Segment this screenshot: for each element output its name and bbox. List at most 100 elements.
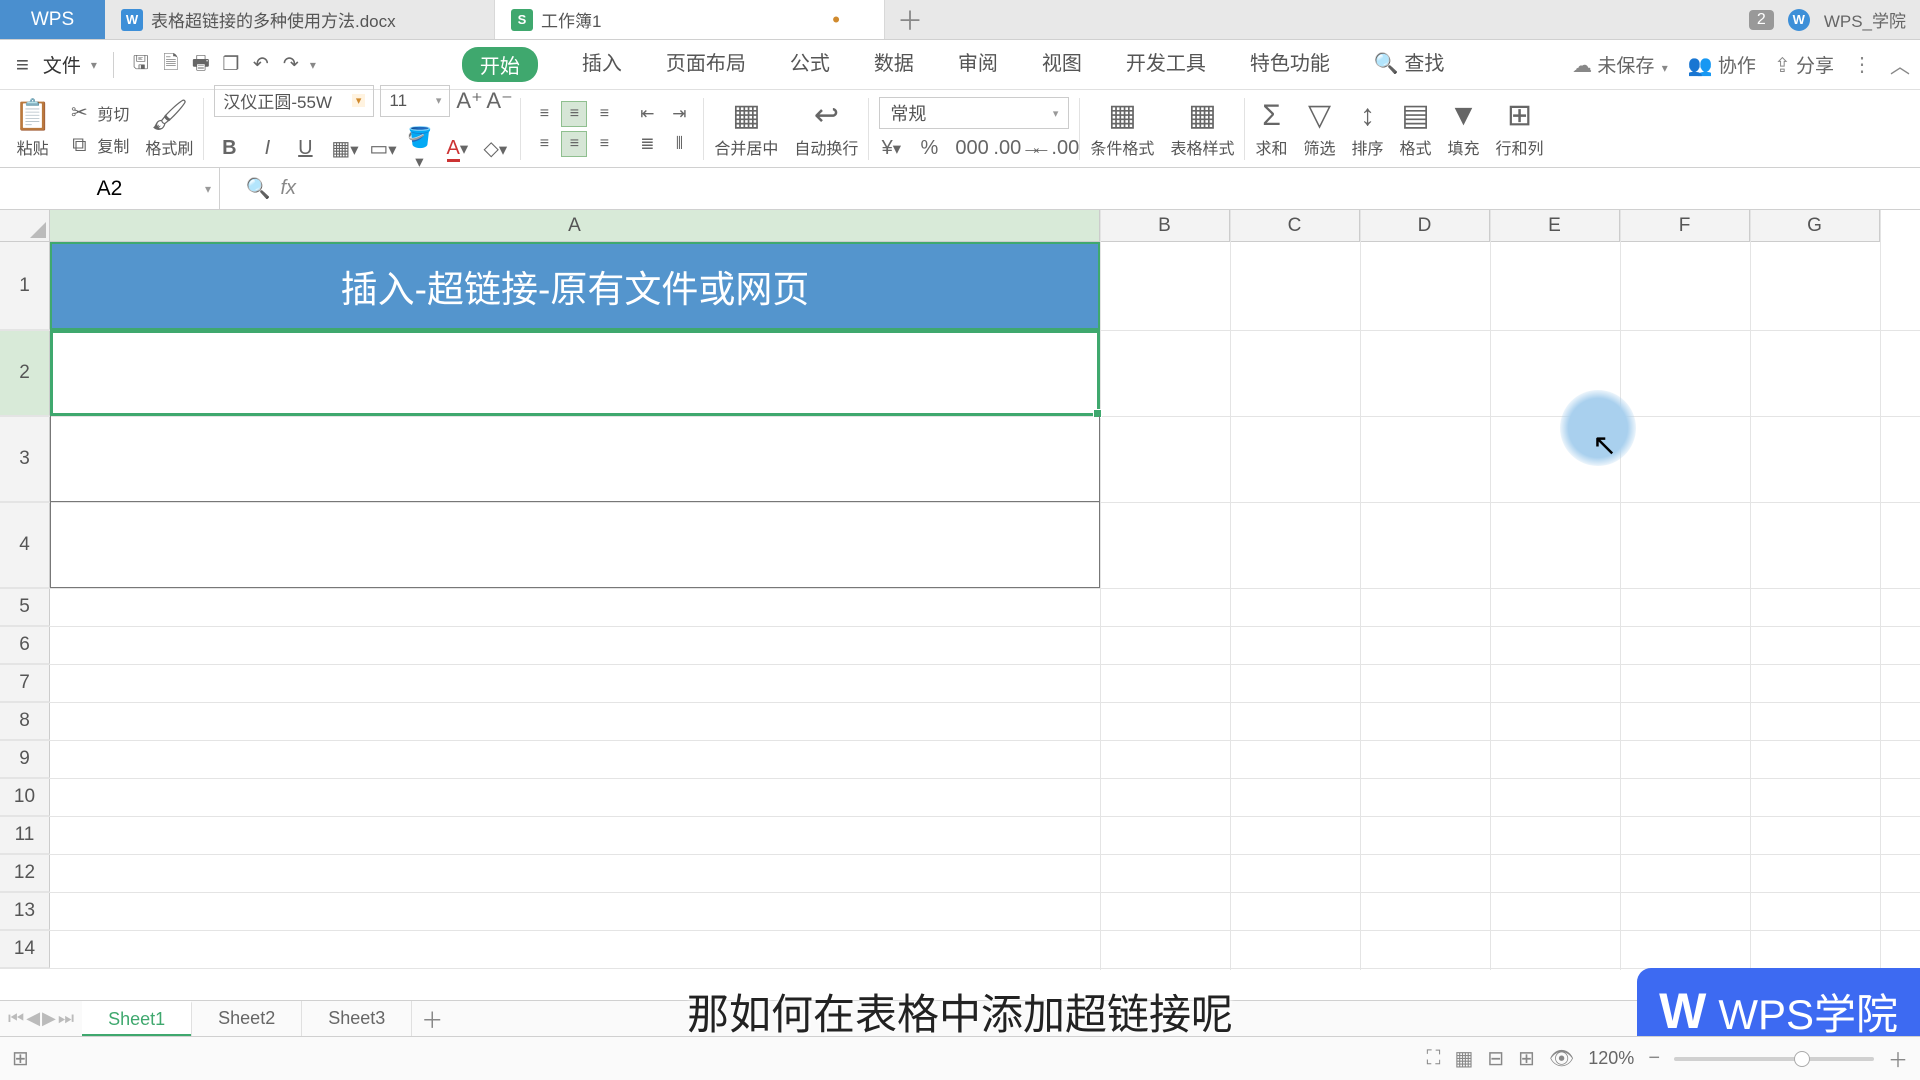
tab-dev-tools[interactable]: 开发工具 [1126, 47, 1206, 82]
tab-page-layout[interactable]: 页面布局 [666, 47, 746, 82]
cancel-fx-icon[interactable]: 🔍 [246, 176, 271, 201]
align-bottom-left-icon[interactable]: ≡ [531, 131, 557, 157]
zoom-value[interactable]: 120% [1588, 1048, 1634, 1069]
file-menu[interactable]: 文件 [39, 51, 85, 78]
increase-font-icon[interactable]: A⁺ [456, 88, 480, 114]
normal-view-icon[interactable]: ▦ [1454, 1046, 1473, 1071]
align-bottom-center-icon[interactable]: ≡ [561, 131, 587, 157]
merge-center-button[interactable]: ▦合并居中 [714, 98, 778, 159]
row-col-button[interactable]: ⊞行和列 [1496, 98, 1544, 159]
user-avatar-icon[interactable]: W [1788, 9, 1810, 31]
cell-style-icon[interactable]: ▭▾ [369, 136, 393, 161]
percent-icon[interactable]: % [917, 137, 941, 160]
filter-button[interactable]: ▽筛选 [1303, 98, 1335, 159]
share-button[interactable]: ⇪ 分享 [1774, 51, 1834, 78]
tab-view[interactable]: 视图 [1042, 47, 1082, 82]
save-icon[interactable]: 🖫 [128, 52, 154, 78]
cell-a2-selected[interactable] [50, 330, 1100, 416]
format-button[interactable]: ▤格式 [1400, 98, 1432, 159]
sheet-tab-2[interactable]: Sheet2 [192, 1001, 302, 1036]
align-bottom-right-icon[interactable]: ≡ [591, 131, 617, 157]
align-top-right-icon[interactable]: ≡ [591, 101, 617, 127]
redo-icon[interactable]: ↷ [278, 52, 304, 78]
clear-format-icon[interactable]: ◇▾ [483, 136, 507, 161]
print-preview-icon[interactable]: ❐ [218, 52, 244, 78]
fx-icon[interactable]: fx [280, 177, 296, 200]
search-menu[interactable]: 🔍 查找 [1374, 47, 1444, 82]
sort-button[interactable]: ↕排序 [1351, 99, 1383, 159]
paste-button[interactable]: 📋粘贴 [14, 98, 51, 159]
document-tab-active[interactable]: S 工作簿1 • [495, 0, 885, 39]
zoom-out-icon[interactable]: − [1648, 1047, 1660, 1070]
cell-a3[interactable] [50, 416, 1100, 502]
formula-input[interactable] [306, 168, 1920, 209]
dropdown-icon[interactable]: ▾ [308, 58, 318, 72]
italic-icon[interactable]: I [255, 137, 279, 160]
page-break-view-icon[interactable]: ⊞ [1518, 1046, 1535, 1071]
distribute-icon[interactable]: ⫴ [665, 131, 693, 157]
increase-decimal-icon[interactable]: .00→ [993, 137, 1017, 160]
undo-icon[interactable]: ↶ [248, 52, 274, 78]
new-tab-button[interactable]: ＋ [885, 0, 935, 39]
font-name-select[interactable]: 汉仪正圆-55W▾ [214, 85, 374, 117]
hamburger-icon[interactable]: ≡ [10, 52, 35, 78]
print-icon[interactable]: 🖶 [188, 52, 214, 78]
spreadsheet-grid[interactable]: ABCDEFG 1234567891011121314 插入-超链接-原有文件或… [0, 210, 1920, 970]
prev-sheet-icon[interactable]: ◀ [26, 1008, 40, 1029]
sum-button[interactable]: Σ求和 [1255, 99, 1287, 159]
increase-indent-icon[interactable]: ⇥ [665, 101, 693, 127]
borders-icon[interactable]: ▦▾ [331, 136, 355, 161]
reading-view-icon[interactable]: 👁 [1549, 1046, 1574, 1071]
decrease-decimal-icon[interactable]: ←.00 [1031, 137, 1055, 160]
more-icon[interactable]: ⋮ [1852, 52, 1872, 77]
comma-icon[interactable]: 000 [955, 137, 979, 160]
last-sheet-icon[interactable]: ⏭ [58, 1008, 74, 1029]
bold-icon[interactable]: B [217, 137, 241, 160]
copy-button[interactable]: ⧉复制 [67, 133, 129, 157]
cut-button[interactable]: ✂剪切 [67, 100, 129, 125]
collab-button[interactable]: 👥 协作 [1688, 51, 1756, 78]
decrease-font-icon[interactable]: A⁻ [486, 88, 510, 114]
wrap-text-button[interactable]: ↩自动换行 [794, 98, 858, 159]
tab-data[interactable]: 数据 [874, 47, 914, 82]
document-tab[interactable]: W 表格超链接的多种使用方法.docx [105, 0, 495, 39]
collapse-ribbon-icon[interactable]: ︿ [1890, 50, 1910, 79]
cell-a4[interactable] [50, 502, 1100, 588]
status-mode-icon[interactable]: ⊞ [12, 1046, 29, 1071]
cell-a1[interactable]: 插入-超链接-原有文件或网页 [50, 242, 1100, 330]
underline-icon[interactable]: U [293, 137, 317, 160]
number-format-select[interactable]: 常规▾ [879, 97, 1069, 129]
tab-review[interactable]: 审阅 [958, 47, 998, 82]
first-sheet-icon[interactable]: ⏮ [8, 1008, 24, 1029]
align-top-center-icon[interactable]: ≡ [561, 101, 587, 127]
font-color-icon[interactable]: A▾ [445, 137, 469, 160]
format-painter-button[interactable]: 🖌格式刷 [145, 98, 193, 159]
zoom-slider[interactable] [1674, 1057, 1874, 1061]
sheet-tab-3[interactable]: Sheet3 [302, 1001, 412, 1036]
save-as-icon[interactable]: 🗎 [158, 52, 184, 78]
tab-special[interactable]: 特色功能 [1250, 47, 1330, 82]
sheet-tab-1[interactable]: Sheet1 [82, 1001, 192, 1036]
zoom-in-icon[interactable]: ＋ [1888, 1044, 1908, 1073]
font-size-select[interactable]: 11▾ [380, 85, 450, 117]
name-box[interactable]: A2▾ [0, 168, 220, 209]
tab-formulas[interactable]: 公式 [790, 47, 830, 82]
table-style-button[interactable]: ▦表格样式 [1170, 98, 1234, 159]
dropdown-icon[interactable]: ▾ [89, 58, 99, 72]
fullscreen-icon[interactable]: ⛶ [1426, 1047, 1440, 1070]
justify-icon[interactable]: ≣ [633, 131, 661, 157]
decrease-indent-icon[interactable]: ⇤ [633, 101, 661, 127]
page-layout-view-icon[interactable]: ⊟ [1487, 1046, 1504, 1071]
align-top-left-icon[interactable]: ≡ [531, 101, 557, 127]
zoom-thumb[interactable] [1794, 1051, 1810, 1067]
notification-badge[interactable]: 2 [1749, 10, 1774, 30]
fill-button[interactable]: ▼填充 [1448, 99, 1480, 159]
currency-icon[interactable]: ¥▾ [879, 137, 903, 160]
tab-home[interactable]: 开始 [462, 47, 538, 82]
fill-color-icon[interactable]: 🪣▾ [407, 125, 431, 173]
next-sheet-icon[interactable]: ▶ [42, 1008, 56, 1029]
add-sheet-button[interactable]: ＋ [412, 1003, 452, 1035]
conditional-format-button[interactable]: ▦条件格式 [1090, 98, 1154, 159]
tab-insert[interactable]: 插入 [582, 47, 622, 82]
unsaved-button[interactable]: ☁ 未保存 ▾ [1572, 51, 1670, 78]
